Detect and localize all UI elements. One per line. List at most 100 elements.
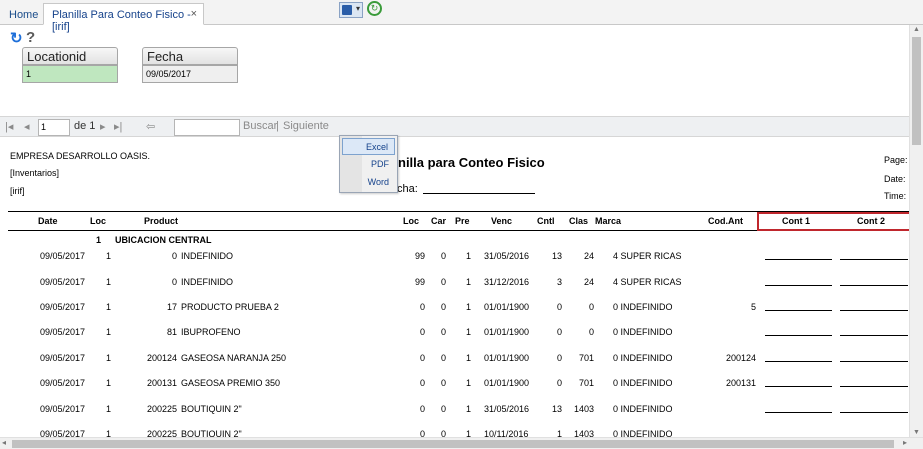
cell-codant: 5 [750,302,756,312]
find-link[interactable]: Buscar [243,120,277,132]
menu-item-pdf[interactable]: PDF [342,156,395,173]
fecha-field[interactable]: 09/05/2017 [142,65,238,83]
cont1-line [765,310,832,311]
last-page-icon[interactable]: ▸| [114,120,122,133]
locationid-field[interactable]: 1 [22,65,118,83]
cell-marca: 0 INDEFINIDO [613,404,673,414]
report-title: nilla para Conteo Fisico [398,155,545,170]
col-cont1: Cont 1 [782,216,810,226]
menu-item-word[interactable]: Word [342,174,395,191]
date-label: Date: [884,174,906,184]
tab-planilla[interactable]: Planilla Para Conteo Fisico -[irif] × [43,3,204,33]
col-date: Date [38,216,58,226]
cell-product-code: 200131 [146,378,177,388]
cell-pre: 1 [465,251,471,261]
cell-pre: 1 [465,277,471,287]
back-icon[interactable]: ⇦ [146,120,155,133]
toolbar-separator: | [276,120,279,132]
cell-product-name: INDEFINIDO [181,277,234,287]
report-toolbar: |◂ ◂ 1 de 1 ▸ ▸| ⇦ Buscar | Siguiente [0,116,909,137]
cell-pre: 1 [465,353,471,363]
group-number: 1 [96,235,102,245]
cell-product-name: INDEFINIDO [181,251,234,261]
cell-clas: 701 [578,378,594,388]
cell-product-name: GASEOSA PREMIO 350 [181,378,281,388]
horizontal-scroll-thumb[interactable] [12,440,894,448]
export-menu: Excel PDF Word [339,135,398,193]
close-icon[interactable]: × [191,8,197,20]
cell-pre: 1 [465,378,471,388]
col-marca: Marca [595,216,622,226]
col-cntl: Cntl [537,216,555,226]
report-fecha: cha: [397,183,418,195]
cell-clas: 701 [578,353,594,363]
page-number-input[interactable]: 1 [38,119,70,136]
cell-codant: 200131 [725,378,756,388]
cell-product-code: 200225 [146,404,177,414]
next-page-icon[interactable]: ▸ [100,120,106,133]
cell-clas: 0 [588,302,594,312]
cell-pre: 1 [465,404,471,414]
page-label: Page: [884,155,908,165]
cont2-line [840,259,908,260]
cell-clas: 0 [588,327,594,337]
group-name: UBICACION CENTRAL [115,235,212,245]
cont1-line [765,386,832,387]
tab-home[interactable]: Home [0,3,47,25]
cell-pre: 1 [465,302,471,312]
cell-product-name: GASEOSA NARANJA 250 [181,353,287,363]
first-page-icon[interactable]: |◂ [5,120,13,133]
cont-columns-highlight [757,212,911,231]
col-venc: Venc [491,216,513,226]
scroll-up-icon[interactable]: ▲ [913,26,920,33]
cont1-line [765,335,832,336]
cont2-line [840,310,908,311]
scroll-down-icon[interactable]: ▼ [913,429,920,436]
header-rule-bottom [8,230,758,231]
horizontal-scrollbar[interactable]: ◂ ▸ [0,437,923,449]
reload-icon[interactable]: ↻ [367,1,382,16]
cont1-line [765,259,832,260]
cont2-line [840,361,908,362]
export-button[interactable]: ▾ [339,2,363,18]
vertical-scrollbar[interactable]: ▲ ▼ [909,25,923,437]
locationid-label: Locationid [22,47,118,65]
cell-marca: 0 INDEFINIDO [613,353,673,363]
cell-product-code: 200124 [146,353,177,363]
tab-planilla-label: Planilla Para Conteo Fisico -[irif] [52,9,191,33]
search-input[interactable] [174,119,240,136]
cont1-line [765,412,832,413]
cell-pre: 1 [465,327,471,337]
cell-clas: 24 [583,277,594,287]
scroll-right-icon[interactable]: ▸ [903,438,907,447]
refresh-icon[interactable]: ↻ [10,29,23,47]
menu-item-excel[interactable]: Excel [342,138,395,155]
cell-codant: 200124 [725,353,756,363]
cell-product-code: 0 [171,251,177,261]
cell-product-code: 0 [171,277,177,287]
help-icon[interactable]: ? [26,29,35,46]
cont2-line [840,386,908,387]
col-cont2: Cont 2 [857,216,885,226]
report-code: [irif] [10,186,25,196]
page-count: de 1 [74,120,96,132]
cell-product-code: 81 [166,327,177,337]
col-codant: Cod.Ant [708,216,743,226]
save-icon [342,5,352,15]
col-clas: Clas [569,216,589,226]
company-name: EMPRESA DESARROLLO OASIS. [10,151,151,161]
cell-clas: 24 [583,251,594,261]
prev-page-icon[interactable]: ◂ [24,120,30,133]
next-link[interactable]: Siguiente [283,120,329,132]
cell-marca: 0 INDEFINIDO [613,378,673,388]
fecha-label: Fecha [142,47,238,65]
cell-marca: 4 SUPER RICAS [613,251,682,261]
vertical-scroll-thumb[interactable] [912,37,921,145]
cont2-line [840,335,908,336]
cell-marca: 0 INDEFINIDO [613,302,673,312]
app-window: Home Planilla Para Conteo Fisico -[irif]… [0,0,923,449]
scroll-left-icon[interactable]: ◂ [2,438,6,447]
col-pre: Pre [455,216,470,226]
cell-product-name: PRODUCTO PRUEBA 2 [181,302,279,312]
chevron-down-icon: ▾ [355,4,360,13]
